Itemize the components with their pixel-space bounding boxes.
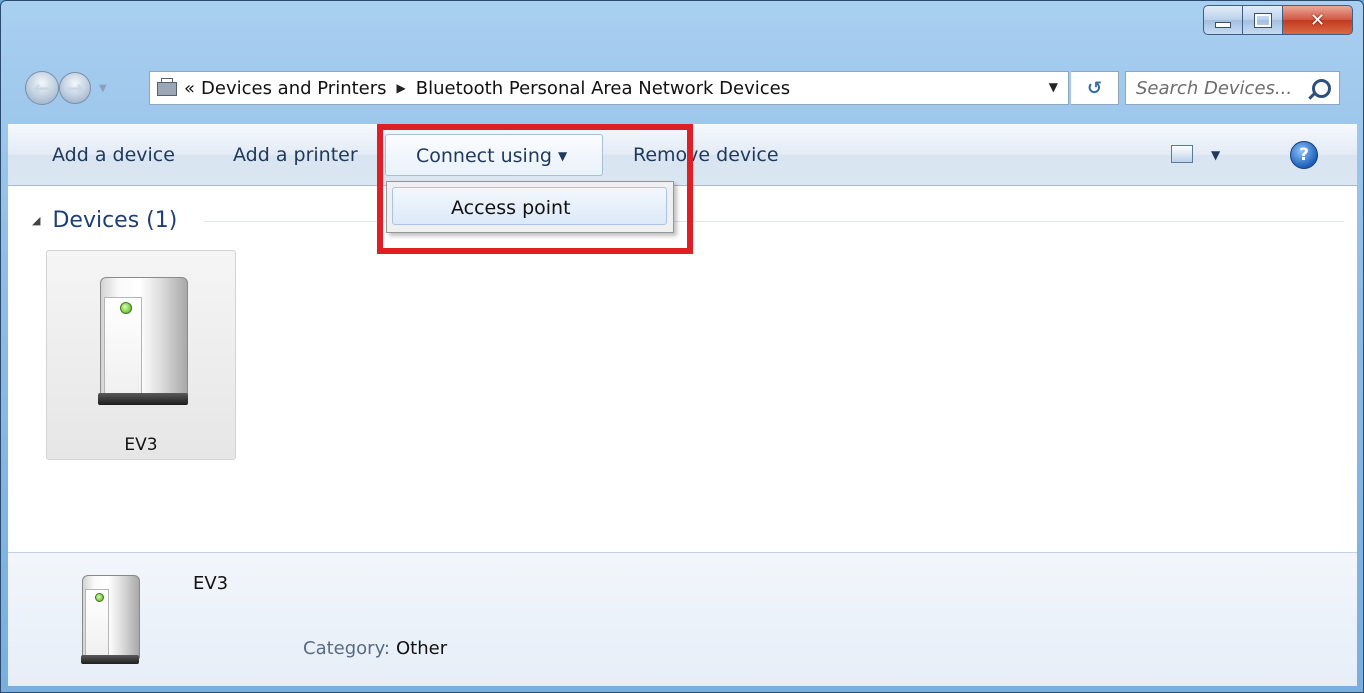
category-value: Other bbox=[395, 638, 448, 659]
back-arrow-icon: ← bbox=[33, 76, 51, 100]
help-icon[interactable]: ? bbox=[1290, 141, 1318, 169]
refresh-icon: ↺ bbox=[1086, 77, 1103, 99]
breadcrumb-bluetooth-pan-devices[interactable]: Bluetooth Personal Area Network Devices bbox=[416, 78, 790, 99]
details-pane: EV3 Category: Other bbox=[8, 552, 1357, 686]
maximize-button[interactable] bbox=[1243, 5, 1283, 35]
forward-button[interactable]: → bbox=[59, 72, 91, 104]
close-button[interactable]: ✕ bbox=[1283, 5, 1353, 35]
device-name: EV3 bbox=[124, 435, 158, 455]
close-icon: ✕ bbox=[1309, 9, 1326, 31]
explorer-window: ✕ ← → ▼ « Devices and Printers ▶ Bluetoo… bbox=[0, 0, 1364, 693]
add-printer-button[interactable]: Add a printer bbox=[233, 144, 358, 166]
red-highlight-box bbox=[377, 124, 693, 254]
refresh-button[interactable]: ↺ bbox=[1071, 71, 1119, 105]
breadcrumb-overflow[interactable]: « bbox=[184, 78, 195, 99]
maximize-icon bbox=[1253, 12, 1272, 28]
address-history-dropdown-icon[interactable]: ▼ bbox=[1049, 80, 1058, 94]
back-button[interactable]: ← bbox=[25, 71, 59, 105]
details-category: Category: Other bbox=[303, 638, 447, 659]
details-device-name: EV3 bbox=[193, 573, 229, 594]
address-bar[interactable]: « Devices and Printers ▶ Bluetooth Perso… bbox=[149, 71, 1069, 105]
search-box bbox=[1125, 71, 1340, 105]
collapse-triangle-icon[interactable]: ◢ bbox=[32, 214, 40, 227]
forward-arrow-icon: → bbox=[66, 76, 84, 100]
minimize-button[interactable] bbox=[1203, 5, 1243, 35]
search-input[interactable] bbox=[1134, 76, 1308, 100]
recent-pages-dropdown-icon[interactable]: ▼ bbox=[99, 83, 107, 94]
caption-buttons: ✕ bbox=[1203, 5, 1353, 35]
navigation-bar: ← → ▼ « Devices and Printers ▶ Bluetooth… bbox=[1, 61, 1363, 117]
minimize-icon bbox=[1215, 22, 1231, 28]
group-header-devices[interactable]: ◢ Devices (1) bbox=[32, 208, 177, 233]
change-view-icon[interactable] bbox=[1171, 145, 1193, 163]
view-options-dropdown-icon[interactable]: ▼ bbox=[1211, 148, 1220, 162]
category-label: Category: bbox=[303, 638, 390, 659]
group-title: Devices (1) bbox=[52, 208, 178, 233]
device-thumbnail-icon bbox=[78, 575, 142, 665]
printer-folder-icon bbox=[156, 78, 178, 98]
device-tower-icon bbox=[94, 277, 190, 407]
add-device-button[interactable]: Add a device bbox=[52, 144, 175, 166]
breadcrumb-devices-and-printers[interactable]: Devices and Printers bbox=[201, 78, 387, 99]
breadcrumb-separator-icon[interactable]: ▶ bbox=[397, 81, 406, 95]
group-divider bbox=[204, 221, 1344, 222]
search-icon[interactable] bbox=[1312, 79, 1331, 98]
device-tile-ev3[interactable]: EV3 bbox=[46, 250, 236, 460]
